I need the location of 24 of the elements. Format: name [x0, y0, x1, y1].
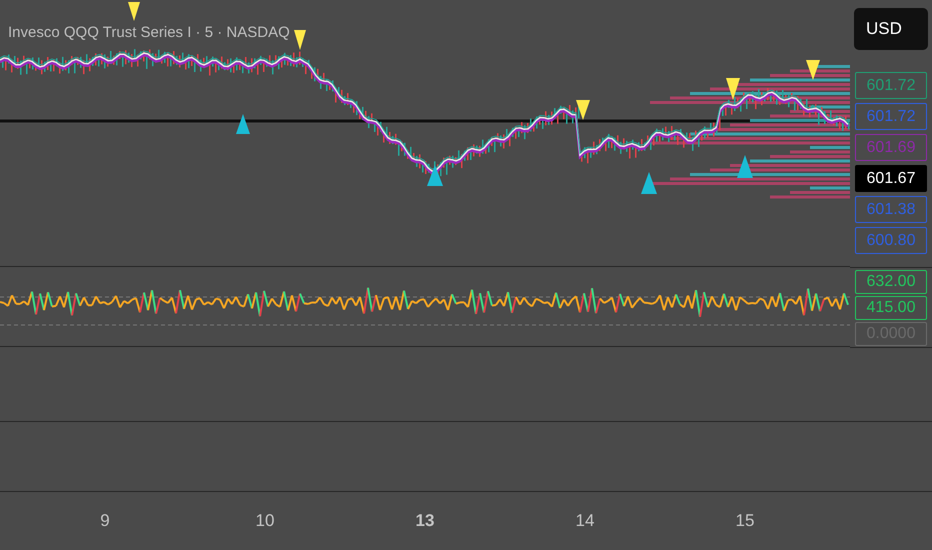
price-label: 601.72	[855, 72, 927, 99]
down-triangle-marker	[576, 100, 590, 120]
time-axis-label: 9	[100, 511, 110, 531]
up-triangle-marker	[737, 155, 753, 178]
price-label: 601.67	[855, 165, 927, 192]
up-triangle-marker	[427, 165, 443, 186]
down-triangle-marker	[128, 2, 140, 21]
price-label: 601.38	[855, 196, 927, 223]
time-axis-label: 15	[736, 511, 754, 531]
price-label: 601.69	[855, 134, 927, 161]
currency-button[interactable]: USD	[854, 8, 928, 50]
up-triangle-marker	[236, 114, 250, 134]
time-axis-label: 13	[416, 511, 434, 531]
up-triangle-marker	[641, 172, 657, 194]
price-label: 601.72	[855, 103, 927, 130]
chart-title: Invesco QQQ Trust Series I · 5 · NASDAQ	[8, 24, 290, 41]
down-triangle-marker	[806, 60, 820, 80]
down-triangle-marker	[294, 30, 306, 50]
price-label: 632.00	[855, 270, 927, 294]
time-axis-label: 10	[256, 511, 274, 531]
time-axis-label: 14	[576, 511, 594, 531]
down-triangle-marker	[726, 78, 740, 100]
price-label: 600.80	[855, 227, 927, 254]
price-label: 415.00	[855, 296, 927, 320]
